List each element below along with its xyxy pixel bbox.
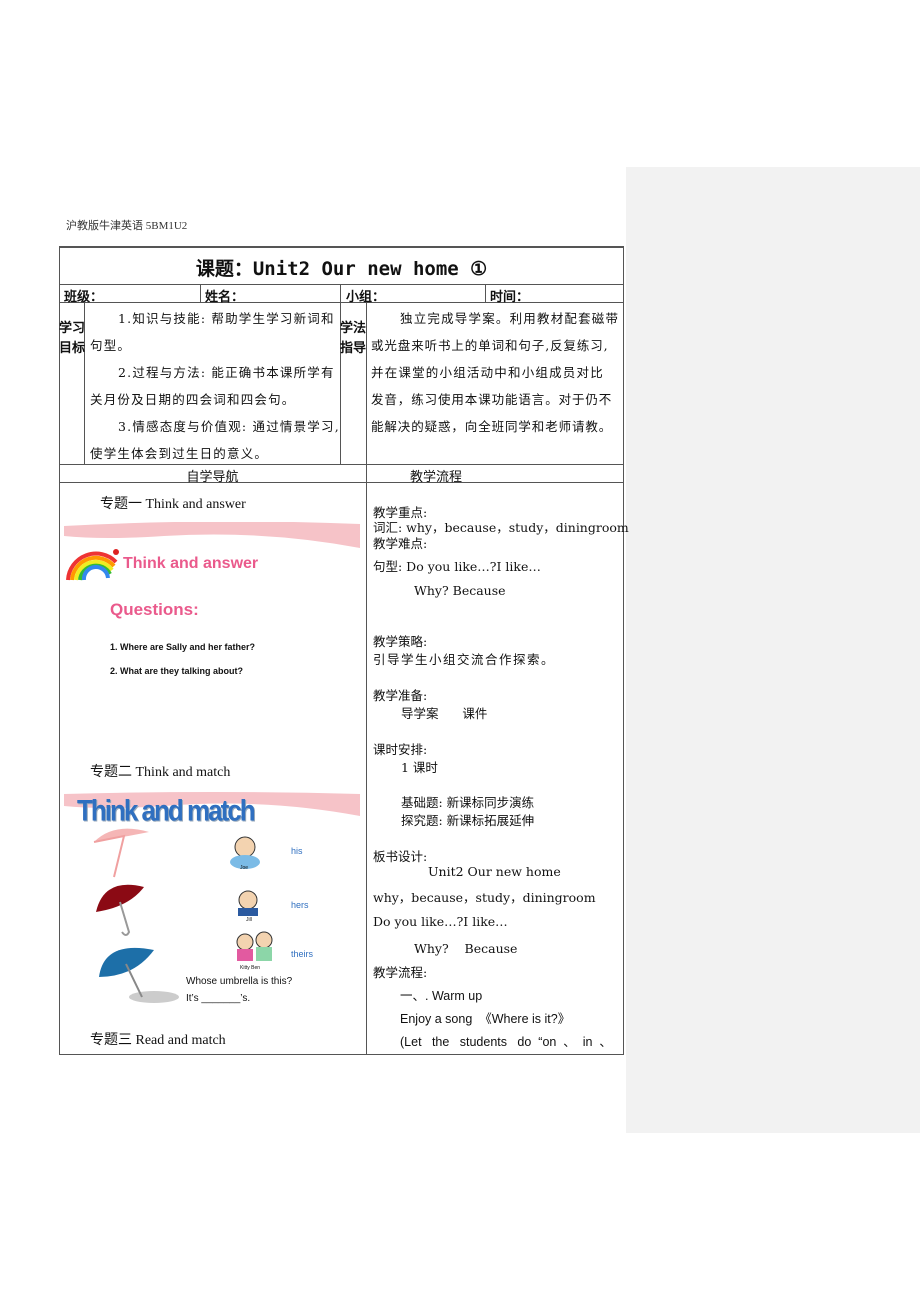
group-label: 小组： [346, 289, 386, 304]
flow-line: 教学流程: [373, 965, 428, 980]
pink-umbrella-icon [93, 828, 149, 878]
topic-3: 专题三 Read and match [90, 1033, 226, 1048]
its-answer: It’s _______’s. [186, 993, 251, 1004]
method-line: 或光盘来听书上的单词和句子,反复练习, [371, 338, 609, 353]
word-his: his [291, 846, 303, 856]
method-line: 发音，练习使用本课功能语言。对于仍不 [371, 392, 613, 407]
name-kitty-ben: Kitty Ben [240, 965, 261, 971]
kitty-ben-figure-icon [236, 931, 273, 961]
flow-line: 教学策略: [373, 634, 428, 649]
blue-umbrella-icon [99, 947, 179, 1003]
questions-label: Questions: [110, 600, 199, 619]
method-label: 学法指导 [340, 320, 367, 355]
method-line: 能解决的疑惑，向全班同学和老师请教。 [371, 419, 613, 434]
objective-line: 句型。 [90, 338, 132, 353]
flow-line: Why? Because [414, 583, 506, 598]
rainbow-icon [66, 549, 119, 581]
banner-band [64, 522, 360, 548]
flow-line: Why? Because [414, 941, 518, 956]
page-title: 课题：Unit2 Our new home ① [195, 258, 488, 280]
time-label: 时间： [490, 289, 530, 304]
flow-line: 板书设计: [373, 849, 428, 864]
name-joe: Joe [240, 865, 249, 871]
flow-line: why，because，study，diningroom [373, 890, 596, 905]
objective-line: 3.情感态度与价值观: 通过情景学习, [118, 419, 340, 434]
topic-2: 专题二 Think and match [90, 765, 231, 780]
name-label: 姓名： [205, 289, 245, 304]
flow-line: 引导学生小组交流合作探索。 [373, 652, 556, 667]
method-line: 并在课堂的小组活动中和小组成员对比 [371, 365, 604, 380]
flow-line: Enjoy a song 《Where is it?》 [400, 1012, 571, 1026]
topic-1: 专题一 Think and answer [100, 497, 246, 512]
flow-line: 探究题: 新课标拓展延伸 [401, 813, 535, 828]
flow-line: Unit2 Our new home [428, 864, 561, 879]
whose-question: Whose umbrella is this? [186, 976, 293, 987]
flow-line: 课时安排: [373, 742, 428, 757]
flow-line: 句型: Do you like…?I like… [373, 559, 541, 574]
flow-line: 基础题: 新课标同步演练 [401, 795, 535, 810]
flow-line: 导学案 课件 [401, 706, 488, 721]
slide-1-title: Think and answer [123, 555, 259, 572]
word-theirs: theirs [291, 949, 314, 959]
class-label: 班级： [64, 289, 104, 304]
name-jill: Jill [246, 917, 252, 923]
slide-2-title: Think and match [77, 792, 256, 828]
flow-line: (Let the students do “on 、 in 、 [400, 1035, 612, 1049]
flow-line: Do you like…?I like… [373, 914, 508, 929]
flow-line: 教学准备: [373, 688, 428, 703]
page-header: 沪教版牛津英语 5BM1U2 [66, 220, 188, 232]
objective-line: 1.知识与技能: 帮助学生学习新词和 [118, 311, 335, 326]
objective-line: 2.过程与方法: 能正确书本课所学有 [118, 365, 335, 380]
jill-figure-icon [238, 890, 258, 916]
flow-line: 一、. Warm up [400, 989, 483, 1003]
question-1: 1. Where are Sally and her father? [110, 642, 256, 652]
objective-line: 关月份及日期的四会词和四会句。 [90, 392, 296, 407]
comment-sidebar [626, 167, 920, 1133]
method-line: 独立完成导学案。利用教材配套磁带 [400, 311, 620, 326]
flow-line: 1 课时 [401, 760, 438, 775]
question-2: 2. What are they talking about? [110, 666, 244, 676]
objectives-label: 学习目标 [59, 320, 86, 355]
self-study-header: 自学导航 [186, 469, 239, 484]
red-umbrella-icon [96, 884, 144, 936]
flow-line: 教学难点: [373, 536, 428, 551]
word-hers: hers [291, 900, 309, 910]
teaching-process-header: 教学流程 [409, 469, 462, 484]
objective-line: 使学生体会到过生日的意义。 [90, 446, 269, 461]
